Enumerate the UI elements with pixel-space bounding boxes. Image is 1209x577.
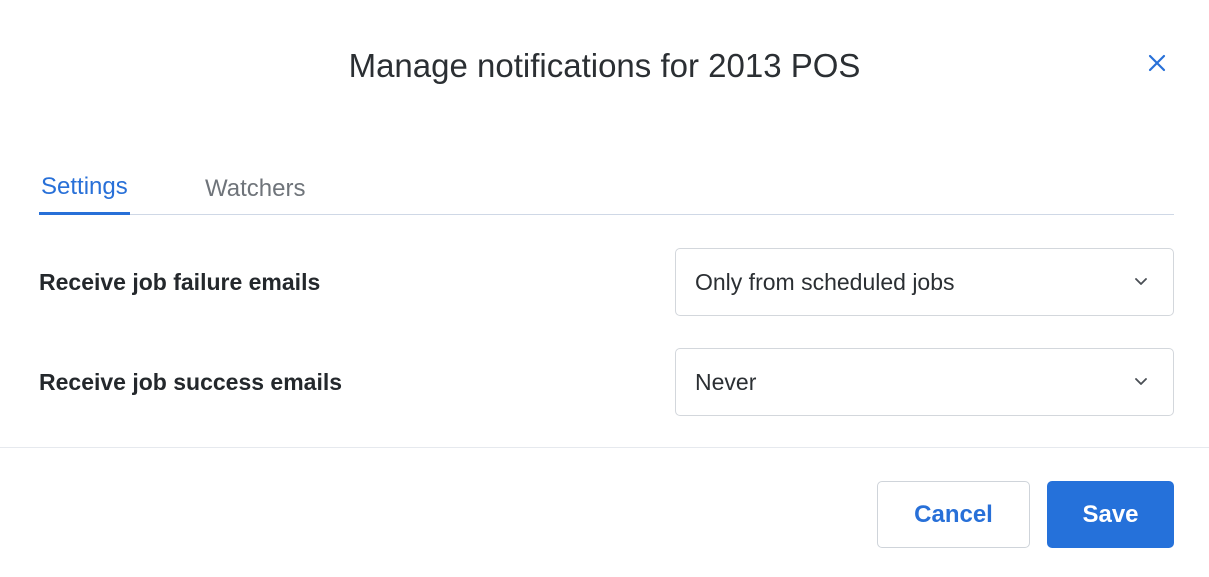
close-button[interactable] xyxy=(1142,48,1172,78)
failure-emails-value: Only from scheduled jobs xyxy=(695,269,955,295)
failure-emails-select[interactable]: Only from scheduled jobs xyxy=(675,248,1174,316)
tab-settings[interactable]: Settings xyxy=(39,162,130,215)
cancel-button[interactable]: Cancel xyxy=(877,481,1030,548)
footer-divider xyxy=(0,447,1209,448)
notifications-dialog: Manage notifications for 2013 POS Settin… xyxy=(0,0,1209,577)
dialog-header: Manage notifications for 2013 POS xyxy=(0,0,1209,130)
success-emails-label: Receive job success emails xyxy=(39,369,343,395)
chevron-down-icon xyxy=(1133,375,1149,389)
setting-row-failure-emails: Receive job failure emails Only from sch… xyxy=(39,248,1174,316)
setting-row-success-emails: Receive job success emails Never xyxy=(39,348,1174,416)
chevron-down-icon xyxy=(1133,275,1149,289)
tab-bar: Settings Watchers xyxy=(39,162,1174,215)
failure-emails-label: Receive job failure emails xyxy=(39,269,321,295)
close-icon xyxy=(1142,48,1172,78)
success-emails-select[interactable]: Never xyxy=(675,348,1174,416)
success-emails-value: Never xyxy=(695,369,757,395)
save-button[interactable]: Save xyxy=(1047,481,1174,548)
tab-watchers[interactable]: Watchers xyxy=(205,162,305,215)
dialog-title: Manage notifications for 2013 POS xyxy=(348,47,861,84)
